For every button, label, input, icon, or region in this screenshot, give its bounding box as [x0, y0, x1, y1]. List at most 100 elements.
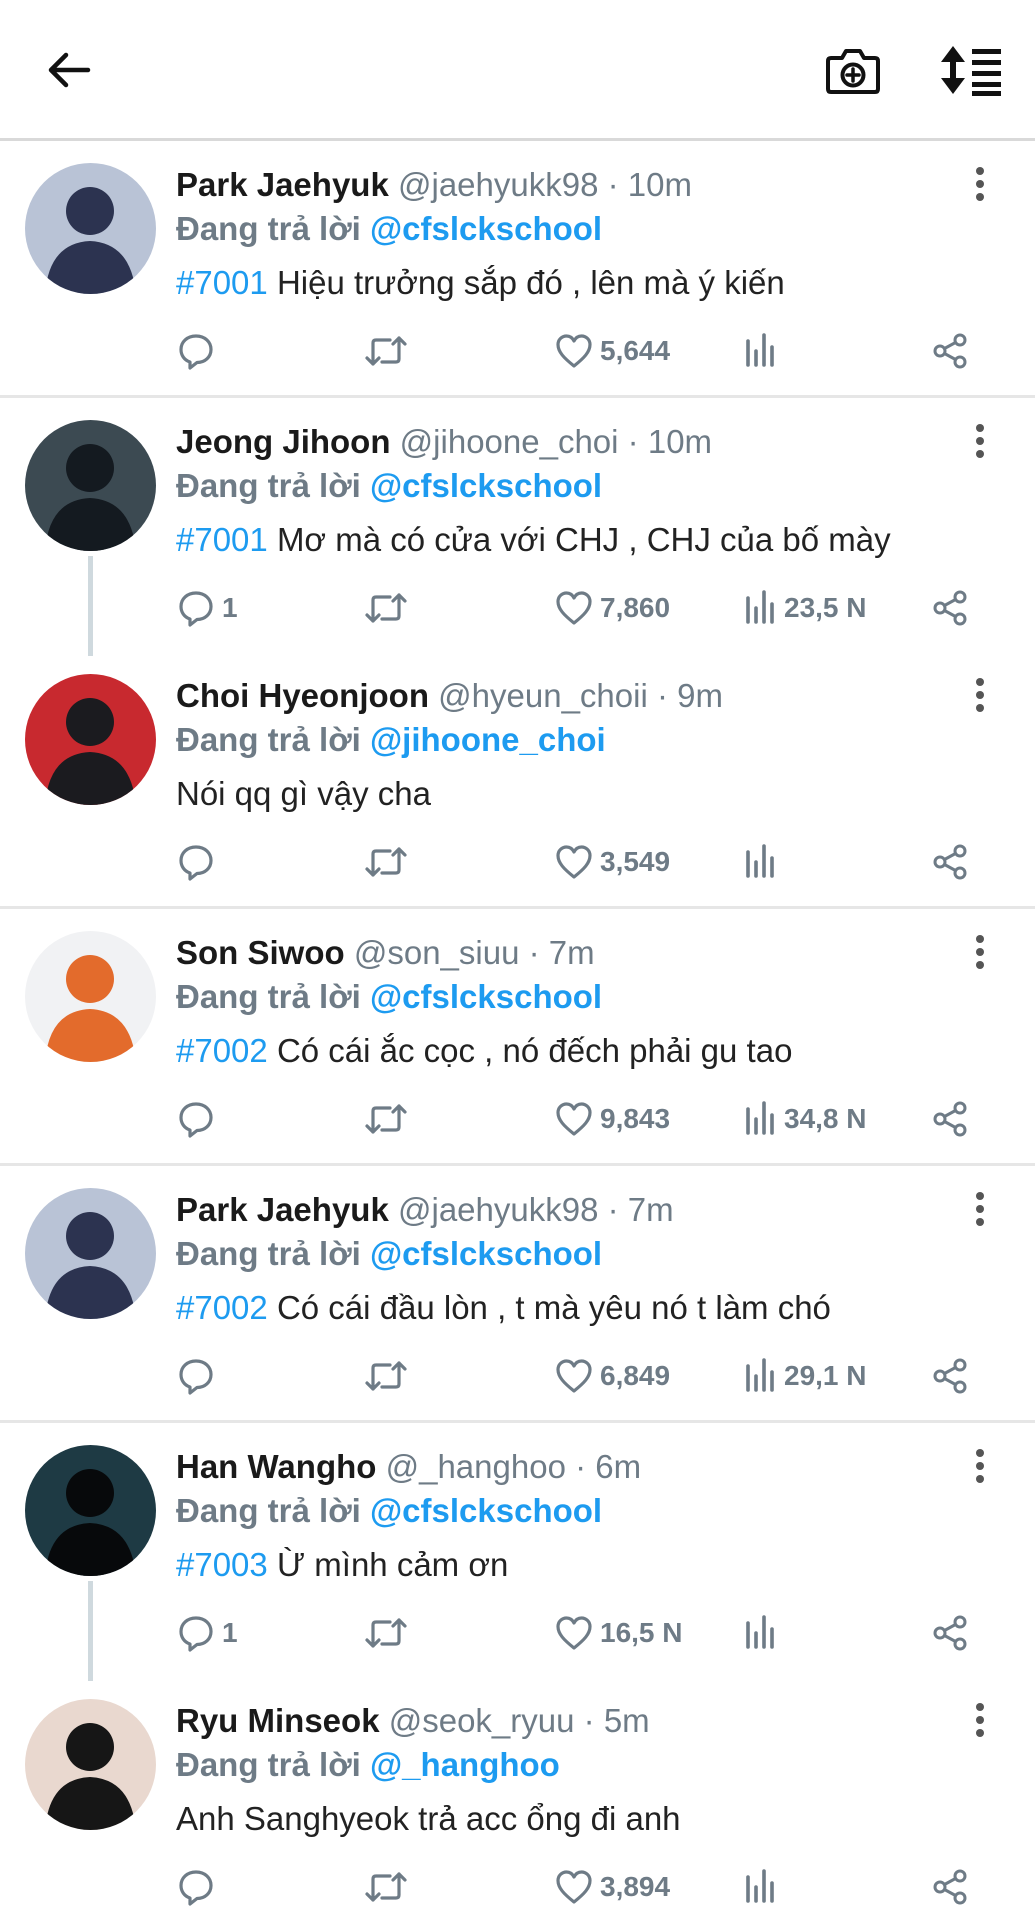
- avatar[interactable]: [25, 931, 156, 1062]
- display-name[interactable]: Choi Hyeonjoon: [176, 677, 429, 714]
- tweet[interactable]: Ryu Minseok @seok_ryuu · 5m Đang trả lời…: [0, 1677, 1035, 1931]
- avatar[interactable]: [25, 1699, 156, 1830]
- display-name[interactable]: Son Siwoo: [176, 934, 345, 971]
- more-options-button[interactable]: [965, 420, 995, 464]
- avatar[interactable]: [25, 674, 156, 805]
- reply-button[interactable]: 1: [176, 1611, 238, 1655]
- more-options-button[interactable]: [965, 163, 995, 207]
- more-options-button[interactable]: [965, 674, 995, 718]
- share-button[interactable]: [930, 840, 970, 884]
- display-name[interactable]: Jeong Jihoon: [176, 423, 391, 460]
- more-vertical-icon: [976, 424, 984, 458]
- replying-to-mention[interactable]: @cfslckschool: [370, 1235, 602, 1272]
- user-handle[interactable]: @son_siuu: [354, 934, 520, 971]
- reply-button[interactable]: [176, 1865, 222, 1909]
- like-button[interactable]: 7,860: [554, 586, 670, 630]
- retweet-button[interactable]: [364, 1611, 414, 1655]
- views-button[interactable]: 23,5 N: [744, 586, 867, 630]
- tweet[interactable]: Jeong Jihoon @jihoone_choi · 10m Đang tr…: [0, 398, 1035, 656]
- share-button[interactable]: [930, 329, 970, 373]
- camera-button[interactable]: [817, 34, 889, 106]
- views-button[interactable]: [744, 840, 784, 884]
- share-button[interactable]: [930, 1611, 970, 1655]
- share-button[interactable]: [930, 1354, 970, 1398]
- tweet[interactable]: Han Wangho @_hanghoo · 6m Đang trả lời @…: [0, 1423, 1035, 1681]
- retweet-button[interactable]: [364, 329, 414, 373]
- retweet-button[interactable]: [364, 586, 414, 630]
- sort-button[interactable]: [935, 34, 1007, 106]
- tweet[interactable]: Choi Hyeonjoon @hyeun_choii · 9m Đang tr…: [0, 652, 1035, 909]
- separator-dot: ·: [627, 423, 639, 460]
- like-button[interactable]: 3,549: [554, 840, 670, 884]
- camera-plus-icon: [826, 49, 880, 94]
- like-button[interactable]: 6,849: [554, 1354, 670, 1398]
- user-handle[interactable]: @seok_ryuu: [389, 1702, 575, 1739]
- tweet-body: Mơ mà có cửa với CHJ , CHJ của bố mày: [276, 521, 891, 558]
- display-name[interactable]: Ryu Minseok: [176, 1702, 380, 1739]
- reply-button[interactable]: [176, 1354, 222, 1398]
- views-button[interactable]: [744, 1865, 784, 1909]
- replying-to: Đang trả lời @jihoone_choi: [176, 718, 606, 762]
- hashtag[interactable]: #7002: [176, 1032, 268, 1069]
- share-button[interactable]: [930, 586, 970, 630]
- reply-button[interactable]: 1: [176, 586, 238, 630]
- reply-button[interactable]: [176, 329, 222, 373]
- more-options-button[interactable]: [965, 931, 995, 975]
- retweet-button[interactable]: [364, 1097, 414, 1141]
- views-button[interactable]: [744, 1611, 784, 1655]
- heart-icon: [556, 1359, 592, 1393]
- separator-dot: ·: [583, 1702, 595, 1739]
- user-handle[interactable]: @jaehyukk98: [398, 1191, 598, 1228]
- display-name[interactable]: Han Wangho: [176, 1448, 376, 1485]
- more-options-button[interactable]: [965, 1445, 995, 1489]
- share-button[interactable]: [930, 1865, 970, 1909]
- reply-button[interactable]: [176, 840, 222, 884]
- hashtag[interactable]: #7002: [176, 1289, 268, 1326]
- timestamp: 9m: [677, 677, 723, 714]
- replying-to-mention[interactable]: @cfslckschool: [370, 467, 602, 504]
- views-button[interactable]: [744, 329, 784, 373]
- replying-to-mention[interactable]: @cfslckschool: [370, 210, 602, 247]
- user-handle[interactable]: @hyeun_choii: [438, 677, 648, 714]
- tweet[interactable]: Park Jaehyuk @jaehyukk98 · 7m Đang trả l…: [0, 1166, 1035, 1423]
- replying-to-mention[interactable]: @jihoone_choi: [370, 721, 606, 758]
- avatar[interactable]: [25, 163, 156, 294]
- hashtag[interactable]: #7001: [176, 264, 268, 301]
- views-chart-icon: [746, 1101, 774, 1135]
- views-button[interactable]: 29,1 N: [744, 1354, 867, 1398]
- reply-button[interactable]: [176, 1097, 222, 1141]
- more-options-button[interactable]: [965, 1699, 995, 1743]
- user-handle[interactable]: @jihoone_choi: [400, 423, 619, 460]
- tweet-header: Choi Hyeonjoon @hyeun_choii · 9m: [176, 674, 723, 718]
- retweet-button[interactable]: [364, 840, 414, 884]
- replying-to: Đang trả lời @_hanghoo: [176, 1743, 560, 1787]
- avatar[interactable]: [25, 1188, 156, 1319]
- replying-to-mention[interactable]: @_hanghoo: [370, 1746, 560, 1783]
- retweet-button[interactable]: [364, 1354, 414, 1398]
- tweet-text: #7002 Có cái ắc cọc , nó đếch phải gu ta…: [176, 1029, 792, 1073]
- timestamp: 10m: [627, 166, 692, 203]
- back-button[interactable]: [33, 34, 105, 106]
- hashtag[interactable]: #7003: [176, 1546, 268, 1583]
- display-name[interactable]: Park Jaehyuk: [176, 1191, 389, 1228]
- replying-to-mention[interactable]: @cfslckschool: [370, 978, 602, 1015]
- replying-to-mention[interactable]: @cfslckschool: [370, 1492, 602, 1529]
- user-handle[interactable]: @jaehyukk98: [398, 166, 598, 203]
- avatar[interactable]: [25, 420, 156, 551]
- like-button[interactable]: 3,894: [554, 1865, 670, 1909]
- retweet-button[interactable]: [364, 1865, 414, 1909]
- hashtag[interactable]: #7001: [176, 521, 268, 558]
- like-button[interactable]: 9,843: [554, 1097, 670, 1141]
- views-button[interactable]: 34,8 N: [744, 1097, 867, 1141]
- user-handle[interactable]: @_hanghoo: [386, 1448, 566, 1485]
- display-name[interactable]: Park Jaehyuk: [176, 166, 389, 203]
- avatar[interactable]: [25, 1445, 156, 1576]
- like-button[interactable]: 5,644: [554, 329, 670, 373]
- like-count: 5,644: [600, 335, 671, 366]
- tweet[interactable]: Park Jaehyuk @jaehyukk98 · 10m Đang trả …: [0, 141, 1035, 398]
- like-button[interactable]: 16,5 N: [554, 1611, 683, 1655]
- more-vertical-icon: [976, 1449, 984, 1483]
- more-options-button[interactable]: [965, 1188, 995, 1232]
- share-button[interactable]: [930, 1097, 970, 1141]
- tweet[interactable]: Son Siwoo @son_siuu · 7m Đang trả lời @c…: [0, 909, 1035, 1166]
